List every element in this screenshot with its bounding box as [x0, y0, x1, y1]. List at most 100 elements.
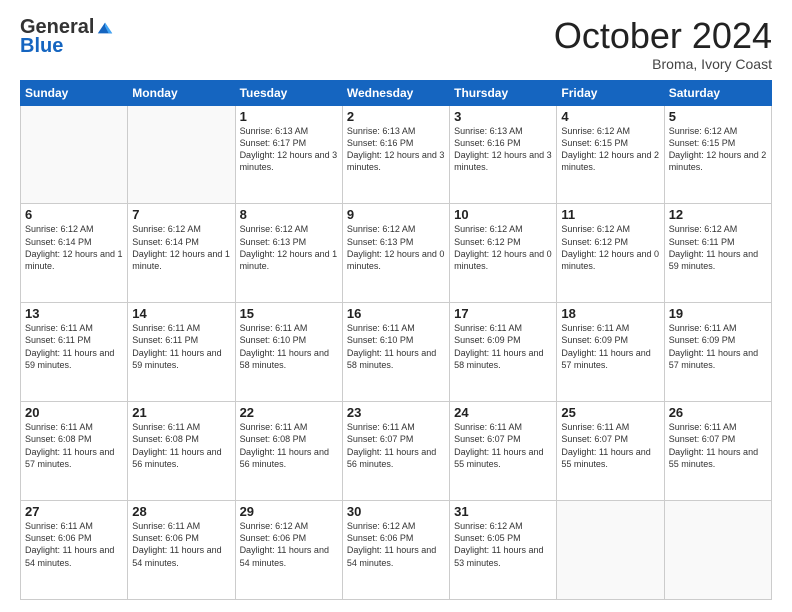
table-row: 4Sunrise: 6:12 AMSunset: 6:15 PMDaylight… [557, 105, 664, 204]
day-info: Sunrise: 6:13 AMSunset: 6:16 PMDaylight:… [454, 125, 552, 174]
day-number: 1 [240, 109, 338, 124]
day-number: 30 [347, 504, 445, 519]
day-info: Sunrise: 6:13 AMSunset: 6:16 PMDaylight:… [347, 125, 445, 174]
day-info: Sunrise: 6:12 AMSunset: 6:14 PMDaylight:… [25, 223, 123, 272]
day-info: Sunrise: 6:11 AMSunset: 6:11 PMDaylight:… [25, 322, 123, 371]
table-row [664, 501, 771, 600]
day-number: 4 [561, 109, 659, 124]
table-row: 6Sunrise: 6:12 AMSunset: 6:14 PMDaylight… [21, 204, 128, 303]
col-wednesday: Wednesday [342, 80, 449, 105]
day-info: Sunrise: 6:11 AMSunset: 6:09 PMDaylight:… [454, 322, 552, 371]
day-number: 5 [669, 109, 767, 124]
table-row: 29Sunrise: 6:12 AMSunset: 6:06 PMDayligh… [235, 501, 342, 600]
col-sunday: Sunday [21, 80, 128, 105]
calendar-week-row: 20Sunrise: 6:11 AMSunset: 6:08 PMDayligh… [21, 402, 772, 501]
day-number: 13 [25, 306, 123, 321]
day-number: 12 [669, 207, 767, 222]
subtitle: Broma, Ivory Coast [554, 56, 772, 72]
table-row: 30Sunrise: 6:12 AMSunset: 6:06 PMDayligh… [342, 501, 449, 600]
calendar-week-row: 6Sunrise: 6:12 AMSunset: 6:14 PMDaylight… [21, 204, 772, 303]
calendar-table: Sunday Monday Tuesday Wednesday Thursday… [20, 80, 772, 600]
table-row: 3Sunrise: 6:13 AMSunset: 6:16 PMDaylight… [450, 105, 557, 204]
day-number: 8 [240, 207, 338, 222]
day-info: Sunrise: 6:11 AMSunset: 6:08 PMDaylight:… [25, 421, 123, 470]
month-title: October 2024 [554, 16, 772, 56]
day-info: Sunrise: 6:11 AMSunset: 6:06 PMDaylight:… [132, 520, 230, 569]
table-row: 7Sunrise: 6:12 AMSunset: 6:14 PMDaylight… [128, 204, 235, 303]
day-number: 14 [132, 306, 230, 321]
table-row: 27Sunrise: 6:11 AMSunset: 6:06 PMDayligh… [21, 501, 128, 600]
day-number: 15 [240, 306, 338, 321]
table-row: 21Sunrise: 6:11 AMSunset: 6:08 PMDayligh… [128, 402, 235, 501]
day-info: Sunrise: 6:11 AMSunset: 6:07 PMDaylight:… [454, 421, 552, 470]
title-block: October 2024 Broma, Ivory Coast [554, 16, 772, 72]
table-row: 20Sunrise: 6:11 AMSunset: 6:08 PMDayligh… [21, 402, 128, 501]
day-number: 24 [454, 405, 552, 420]
table-row: 13Sunrise: 6:11 AMSunset: 6:11 PMDayligh… [21, 303, 128, 402]
day-number: 3 [454, 109, 552, 124]
table-row: 12Sunrise: 6:12 AMSunset: 6:11 PMDayligh… [664, 204, 771, 303]
day-number: 6 [25, 207, 123, 222]
col-thursday: Thursday [450, 80, 557, 105]
table-row: 17Sunrise: 6:11 AMSunset: 6:09 PMDayligh… [450, 303, 557, 402]
day-number: 10 [454, 207, 552, 222]
table-row: 9Sunrise: 6:12 AMSunset: 6:13 PMDaylight… [342, 204, 449, 303]
table-row: 18Sunrise: 6:11 AMSunset: 6:09 PMDayligh… [557, 303, 664, 402]
day-number: 21 [132, 405, 230, 420]
logo-icon [96, 19, 114, 37]
day-info: Sunrise: 6:11 AMSunset: 6:06 PMDaylight:… [25, 520, 123, 569]
day-info: Sunrise: 6:11 AMSunset: 6:10 PMDaylight:… [240, 322, 338, 371]
day-info: Sunrise: 6:11 AMSunset: 6:07 PMDaylight:… [347, 421, 445, 470]
day-number: 25 [561, 405, 659, 420]
day-number: 31 [454, 504, 552, 519]
table-row: 23Sunrise: 6:11 AMSunset: 6:07 PMDayligh… [342, 402, 449, 501]
table-row: 15Sunrise: 6:11 AMSunset: 6:10 PMDayligh… [235, 303, 342, 402]
page: General Blue October 2024 Broma, Ivory C… [0, 0, 792, 612]
col-saturday: Saturday [664, 80, 771, 105]
col-tuesday: Tuesday [235, 80, 342, 105]
table-row: 26Sunrise: 6:11 AMSunset: 6:07 PMDayligh… [664, 402, 771, 501]
day-info: Sunrise: 6:12 AMSunset: 6:15 PMDaylight:… [669, 125, 767, 174]
day-info: Sunrise: 6:11 AMSunset: 6:07 PMDaylight:… [561, 421, 659, 470]
table-row: 28Sunrise: 6:11 AMSunset: 6:06 PMDayligh… [128, 501, 235, 600]
day-info: Sunrise: 6:11 AMSunset: 6:08 PMDaylight:… [132, 421, 230, 470]
table-row: 22Sunrise: 6:11 AMSunset: 6:08 PMDayligh… [235, 402, 342, 501]
table-row [128, 105, 235, 204]
day-number: 22 [240, 405, 338, 420]
day-info: Sunrise: 6:11 AMSunset: 6:08 PMDaylight:… [240, 421, 338, 470]
day-number: 11 [561, 207, 659, 222]
logo: General Blue [20, 16, 114, 58]
day-number: 2 [347, 109, 445, 124]
table-row: 11Sunrise: 6:12 AMSunset: 6:12 PMDayligh… [557, 204, 664, 303]
day-info: Sunrise: 6:12 AMSunset: 6:06 PMDaylight:… [240, 520, 338, 569]
day-info: Sunrise: 6:12 AMSunset: 6:15 PMDaylight:… [561, 125, 659, 174]
header: General Blue October 2024 Broma, Ivory C… [20, 16, 772, 72]
day-info: Sunrise: 6:11 AMSunset: 6:07 PMDaylight:… [669, 421, 767, 470]
day-number: 9 [347, 207, 445, 222]
col-monday: Monday [128, 80, 235, 105]
table-row: 14Sunrise: 6:11 AMSunset: 6:11 PMDayligh… [128, 303, 235, 402]
day-info: Sunrise: 6:12 AMSunset: 6:06 PMDaylight:… [347, 520, 445, 569]
day-info: Sunrise: 6:12 AMSunset: 6:12 PMDaylight:… [561, 223, 659, 272]
day-info: Sunrise: 6:13 AMSunset: 6:17 PMDaylight:… [240, 125, 338, 174]
day-info: Sunrise: 6:12 AMSunset: 6:13 PMDaylight:… [240, 223, 338, 272]
day-number: 7 [132, 207, 230, 222]
day-number: 27 [25, 504, 123, 519]
table-row: 24Sunrise: 6:11 AMSunset: 6:07 PMDayligh… [450, 402, 557, 501]
col-friday: Friday [557, 80, 664, 105]
calendar-week-row: 1Sunrise: 6:13 AMSunset: 6:17 PMDaylight… [21, 105, 772, 204]
day-number: 18 [561, 306, 659, 321]
table-row: 16Sunrise: 6:11 AMSunset: 6:10 PMDayligh… [342, 303, 449, 402]
day-info: Sunrise: 6:12 AMSunset: 6:11 PMDaylight:… [669, 223, 767, 272]
logo-blue: Blue [20, 35, 63, 58]
day-number: 29 [240, 504, 338, 519]
day-info: Sunrise: 6:12 AMSunset: 6:12 PMDaylight:… [454, 223, 552, 272]
day-info: Sunrise: 6:11 AMSunset: 6:11 PMDaylight:… [132, 322, 230, 371]
day-info: Sunrise: 6:11 AMSunset: 6:10 PMDaylight:… [347, 322, 445, 371]
calendar-week-row: 27Sunrise: 6:11 AMSunset: 6:06 PMDayligh… [21, 501, 772, 600]
table-row [21, 105, 128, 204]
table-row: 31Sunrise: 6:12 AMSunset: 6:05 PMDayligh… [450, 501, 557, 600]
day-info: Sunrise: 6:12 AMSunset: 6:14 PMDaylight:… [132, 223, 230, 272]
day-number: 26 [669, 405, 767, 420]
table-row: 2Sunrise: 6:13 AMSunset: 6:16 PMDaylight… [342, 105, 449, 204]
